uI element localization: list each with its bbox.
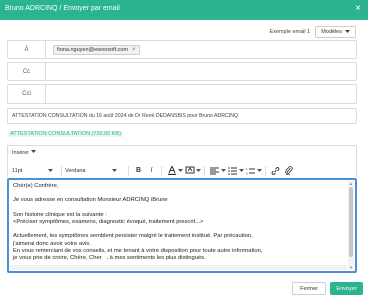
cc-field[interactable]: Cc xyxy=(7,62,357,81)
numbered-list-button[interactable]: 12 xyxy=(244,165,257,176)
models-dropdown-button[interactable]: Modèles xyxy=(315,26,356,38)
current-model-label: Exemple email 1 xyxy=(269,29,311,35)
highlight-icon xyxy=(185,166,194,174)
editor-line: Son histoire clinique est la suivante : xyxy=(13,211,107,218)
paperclip-icon xyxy=(284,166,293,175)
insert-link-button[interactable] xyxy=(269,165,282,176)
font-family-select[interactable]: Verdana xyxy=(65,168,125,174)
subject-input[interactable]: ATTESTATION CONSULTATION du 16 août 2024… xyxy=(7,108,357,124)
align-button[interactable] xyxy=(208,165,221,176)
text-color-button[interactable] xyxy=(165,165,178,176)
svg-text:2: 2 xyxy=(246,171,248,175)
chevron-down-icon xyxy=(48,168,54,172)
cc-label: Cc xyxy=(8,63,46,80)
remove-recipient-icon[interactable]: × xyxy=(132,47,136,53)
caret-down-icon xyxy=(30,150,36,153)
numbered-list-icon: 12 xyxy=(246,167,255,175)
editor-line: Je vous adresse en consultation Monsieur… xyxy=(13,197,168,204)
models-dropdown-label: Modèles xyxy=(321,29,342,35)
italic-button[interactable]: I xyxy=(145,165,158,176)
window-title: Bruno ADRCINQ / Envoyer par email xyxy=(5,5,120,12)
bcc-label: Cci xyxy=(8,85,46,103)
bulleted-list-button[interactable] xyxy=(226,165,239,176)
scroll-up-icon[interactable]: ▲ xyxy=(348,181,354,186)
editor-toolbar: Insérer 11pt Verdana B I 1 2 xyxy=(7,145,357,177)
editor-line: <Préciser symptômes, examens, diagnostic… xyxy=(13,219,204,226)
chevron-down-icon xyxy=(111,168,117,172)
attachment-link[interactable]: ATTESTATION CONSULTATION (720.00 KB) xyxy=(8,131,123,137)
text-color-icon xyxy=(167,166,176,175)
message-body[interactable]: Chèr(e) Confrère, Je vous adresse en con… xyxy=(13,183,343,262)
insert-menu[interactable]: Insérer xyxy=(12,150,36,156)
close-icon[interactable]: × xyxy=(355,3,361,15)
subject-text: ATTESTATION CONSULTATION du 16 août 2024… xyxy=(12,113,239,119)
window-titlebar: Bruno ADRCINQ / Envoyer par email × xyxy=(0,0,368,20)
chevron-down-icon[interactable] xyxy=(257,168,262,173)
font-size-value: 11pt xyxy=(12,167,23,174)
align-left-icon xyxy=(210,167,219,174)
highlight-button[interactable] xyxy=(183,165,196,176)
close-button[interactable]: Fermer xyxy=(292,282,326,295)
bold-button[interactable]: B xyxy=(132,165,145,176)
editor-line: En vous remerciant de vos conseils, et m… xyxy=(13,247,263,254)
chevron-down-icon[interactable] xyxy=(196,168,201,173)
svg-text:1: 1 xyxy=(246,167,248,171)
recipient-email: fiona.nguyen@ewoosoft.com xyxy=(57,47,129,53)
caret-down-icon xyxy=(345,30,350,33)
editor-vertical-scrollbar[interactable]: ▲ ▼ xyxy=(348,181,354,270)
send-button[interactable]: Envoyer xyxy=(330,282,363,295)
editor-line: Actuellement, les symptômes semblent per… xyxy=(13,233,253,240)
editor-line: j'aimerai donc avoir votre avis. xyxy=(13,240,91,247)
scroll-thumb[interactable] xyxy=(349,187,353,257)
editor-line: je vous prie de croire, Chère, Cher , à … xyxy=(13,255,206,262)
font-family-value: Verdana xyxy=(65,167,86,174)
bcc-field[interactable]: Cci xyxy=(7,84,357,104)
model-selector-row: Exemple email 1 Modèles xyxy=(270,26,356,38)
attach-file-button[interactable] xyxy=(282,165,295,176)
link-icon xyxy=(271,166,280,175)
bulleted-list-icon xyxy=(228,166,237,175)
editor-horizontal-scrollbar[interactable] xyxy=(10,265,347,270)
font-size-select[interactable]: 11pt xyxy=(12,168,58,174)
scroll-down-icon[interactable]: ▼ xyxy=(348,265,354,270)
to-field[interactable]: À fiona.nguyen@ewoosoft.com × xyxy=(7,40,357,59)
recipient-chip: fiona.nguyen@ewoosoft.com × xyxy=(53,45,140,55)
editor-line: Chèr(e) Confrère, xyxy=(13,183,59,189)
to-label: À xyxy=(8,41,46,58)
insert-menu-label: Insérer xyxy=(12,150,30,156)
message-editor[interactable]: Chèr(e) Confrère, Je vous adresse en con… xyxy=(7,178,357,273)
